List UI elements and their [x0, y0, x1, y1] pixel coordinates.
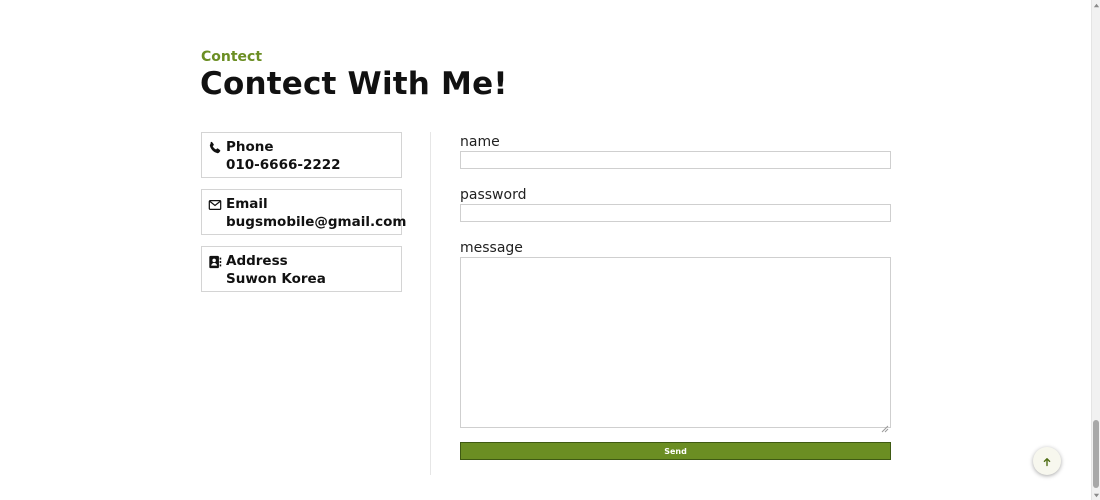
scroll-up-arrow-icon[interactable]	[1092, 0, 1100, 10]
message-label: message	[460, 240, 523, 256]
resize-grip-icon[interactable]	[881, 418, 889, 433]
send-button[interactable]: Send	[460, 442, 891, 460]
envelope-icon	[208, 198, 222, 212]
password-input[interactable]	[460, 204, 891, 222]
name-input[interactable]	[460, 151, 891, 169]
arrow-up-icon	[1042, 452, 1052, 471]
section-eyebrow: Contect	[201, 49, 263, 65]
contact-card-label: Phone	[226, 139, 274, 155]
contact-card-value: 010-6666-2222	[226, 157, 341, 173]
name-label: name	[460, 134, 500, 150]
page-title: Contect With Me!	[200, 66, 508, 102]
contact-card-label: Address	[226, 253, 288, 269]
phone-icon	[208, 141, 222, 155]
page-scrollbar[interactable]	[1091, 0, 1100, 500]
address-book-icon	[208, 255, 222, 269]
contact-card-label: Email	[226, 196, 268, 212]
contact-card-email: Email bugsmobile@gmail.com	[201, 189, 406, 235]
password-label: password	[460, 187, 527, 203]
message-textarea[interactable]	[460, 257, 891, 428]
scrollbar-thumb[interactable]	[1093, 420, 1099, 488]
scroll-down-arrow-icon[interactable]	[1092, 490, 1100, 500]
column-divider	[430, 132, 431, 475]
contact-card-address: Address Suwon Korea	[201, 246, 402, 292]
contact-card-phone: Phone 010-6666-2222	[201, 132, 402, 178]
contact-card-value: Suwon Korea	[226, 271, 326, 287]
scroll-to-top-button[interactable]	[1033, 447, 1061, 475]
contact-card-value: bugsmobile@gmail.com	[226, 214, 407, 230]
